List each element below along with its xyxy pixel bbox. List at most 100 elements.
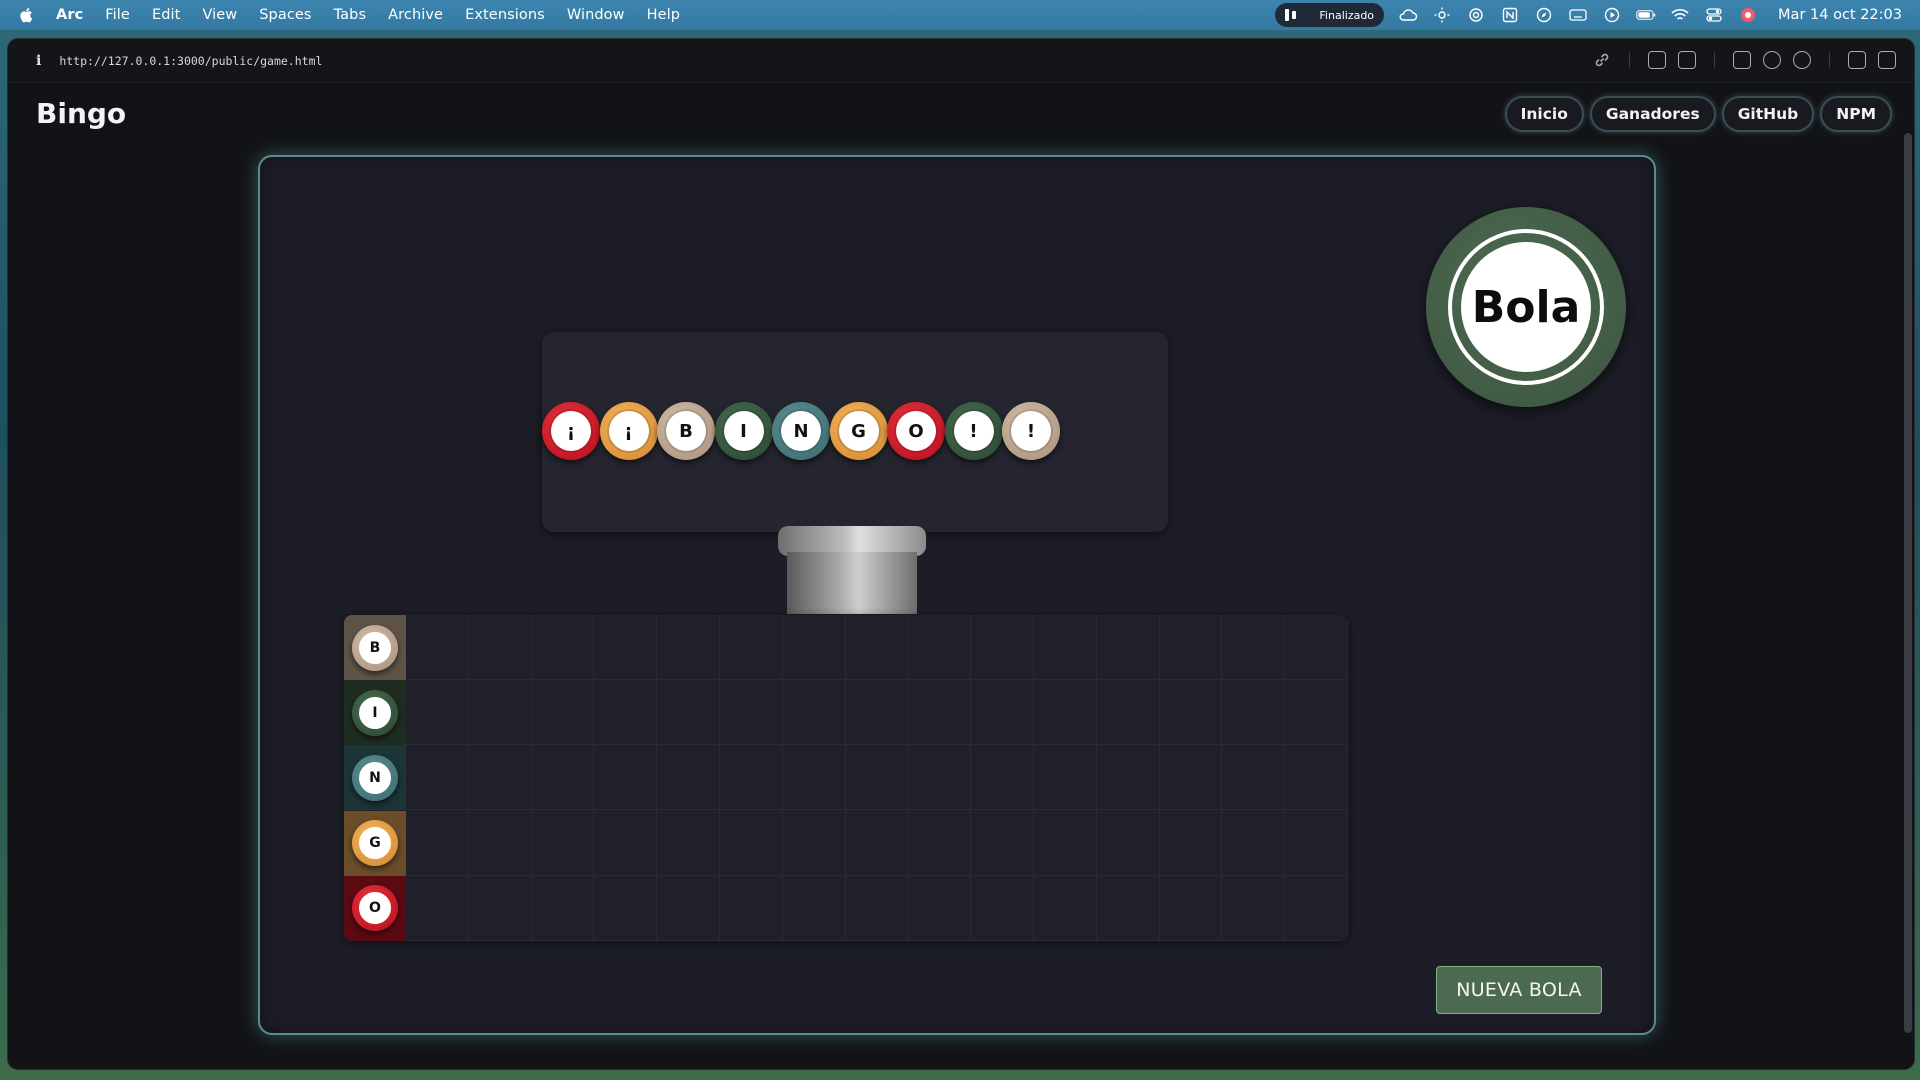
grid-cell <box>782 615 846 680</box>
battery-icon[interactable] <box>1636 6 1656 24</box>
menu-spaces[interactable]: Spaces <box>259 7 311 23</box>
menu-clock[interactable]: Mar 14 oct 22:03 <box>1778 7 1902 23</box>
grid-cell <box>406 875 469 941</box>
grid-cell <box>657 615 720 680</box>
grid-cell <box>531 680 595 746</box>
row-letter-ball: I <box>352 689 398 736</box>
current-ball: Bola <box>1426 207 1626 407</box>
grid-cell <box>908 875 972 941</box>
globe-icon[interactable] <box>1763 51 1781 69</box>
grid-cell <box>406 745 469 811</box>
menu-extensions[interactable]: Extensions <box>465 7 545 23</box>
notion-icon[interactable] <box>1500 6 1520 24</box>
grid-cell <box>719 810 783 876</box>
focus-icon[interactable] <box>1466 6 1486 24</box>
grid-cell <box>1222 680 1286 746</box>
scrollbar-thumb[interactable] <box>1904 133 1912 1033</box>
current-ball-ring: Bola <box>1448 229 1604 385</box>
ball-chute <box>778 526 926 614</box>
grid-cell <box>531 875 595 941</box>
grid-cell <box>657 680 720 746</box>
grid-cell <box>1285 680 1348 746</box>
control-center-icon[interactable] <box>1704 6 1724 24</box>
rack-ball-label: I <box>723 411 764 451</box>
user-icon[interactable] <box>1738 6 1758 24</box>
grid-cell <box>1033 875 1097 941</box>
menu-help[interactable]: Help <box>647 7 680 23</box>
grid-cell <box>971 615 1034 680</box>
site-info-icon[interactable]: i <box>36 53 41 69</box>
rack-ball-label: ! <box>1011 411 1051 451</box>
site-title: Bingo <box>36 97 127 130</box>
menu-file[interactable]: File <box>105 7 130 23</box>
page-scrollbar[interactable] <box>1902 133 1914 1033</box>
grid-cell <box>531 745 595 811</box>
url-text[interactable]: http://127.0.0.1:3000/public/game.html <box>59 54 322 68</box>
row-letter: B <box>359 631 391 664</box>
split-view-icon[interactable] <box>1878 51 1896 69</box>
nav-npm[interactable]: NPM <box>1820 96 1892 132</box>
grid-cell <box>782 810 846 876</box>
menu-app-name[interactable]: Arc <box>56 7 83 23</box>
grid-cell <box>468 745 532 811</box>
extension-icon[interactable] <box>1848 51 1866 69</box>
grid-cell <box>1222 745 1286 811</box>
nav-ganadores[interactable]: Ganadores <box>1589 96 1716 132</box>
target-icon[interactable] <box>1793 51 1811 69</box>
keyboard-icon[interactable] <box>1568 6 1588 24</box>
rack-ball-label: ! <box>953 411 994 451</box>
grid-cell <box>468 680 532 746</box>
rack-ball-label: B <box>666 411 706 451</box>
grid-cell <box>1096 745 1160 811</box>
grid-row-b: B <box>344 615 1348 680</box>
safari-icon[interactable] <box>1534 6 1554 24</box>
menu-window[interactable]: Window <box>567 7 625 23</box>
grid-cell <box>908 745 972 811</box>
grid-cell <box>468 875 532 941</box>
menu-edit[interactable]: Edit <box>152 7 180 23</box>
grid-cell <box>971 875 1034 941</box>
grid-cell <box>1096 680 1160 746</box>
grid-cell <box>845 680 909 746</box>
grid-cell <box>719 745 783 811</box>
menu-view[interactable]: View <box>202 7 237 23</box>
camera-icon[interactable] <box>1678 51 1696 69</box>
grid-cell <box>1285 745 1348 811</box>
terminal-icon[interactable] <box>1733 51 1751 69</box>
rack-ball: B <box>657 402 715 460</box>
current-ball-label: Bola <box>1461 242 1591 372</box>
new-ball-button[interactable]: NUEVA BOLA <box>1436 966 1602 1014</box>
brightness-icon[interactable] <box>1432 6 1452 24</box>
grid-cell <box>1285 810 1348 876</box>
rack-ball: ¡ <box>542 402 600 460</box>
menu-tabs[interactable]: Tabs <box>334 7 367 23</box>
grid-cell <box>845 745 909 811</box>
grid-cell <box>1285 615 1348 680</box>
wifi-icon[interactable] <box>1670 6 1690 24</box>
grid-cell <box>594 875 658 941</box>
grid-cell <box>1222 810 1286 876</box>
rack-ball-label: ¡ <box>608 411 649 451</box>
grid-row-o: O <box>344 875 1348 941</box>
grid-cell <box>1096 875 1160 941</box>
grid-cell <box>1159 810 1223 876</box>
grid-cell <box>1033 745 1097 811</box>
apple-icon[interactable] <box>18 6 36 24</box>
grid-cell <box>1285 875 1348 941</box>
nav-inicio[interactable]: Inicio <box>1504 96 1584 132</box>
grid-cell <box>468 615 532 680</box>
status-pill[interactable]: Finalizado <box>1275 3 1385 27</box>
cloud-icon[interactable] <box>1398 6 1418 24</box>
menu-archive[interactable]: Archive <box>388 7 443 23</box>
grid-cell <box>719 875 783 941</box>
capture-icon[interactable] <box>1648 51 1666 69</box>
row-letter-ball: O <box>352 885 398 932</box>
nav-github[interactable]: GitHub <box>1721 96 1815 132</box>
grid-cell <box>971 810 1034 876</box>
address-bar[interactable]: i http://127.0.0.1:3000/public/game.html <box>8 39 1914 83</box>
play-icon[interactable] <box>1602 6 1622 24</box>
link-icon[interactable] <box>1593 51 1611 69</box>
rack-ball: ! <box>944 402 1003 460</box>
browser-window: i http://127.0.0.1:3000/public/game.html… <box>8 39 1914 1069</box>
site-nav: Inicio Ganadores GitHub NPM <box>1504 96 1892 132</box>
